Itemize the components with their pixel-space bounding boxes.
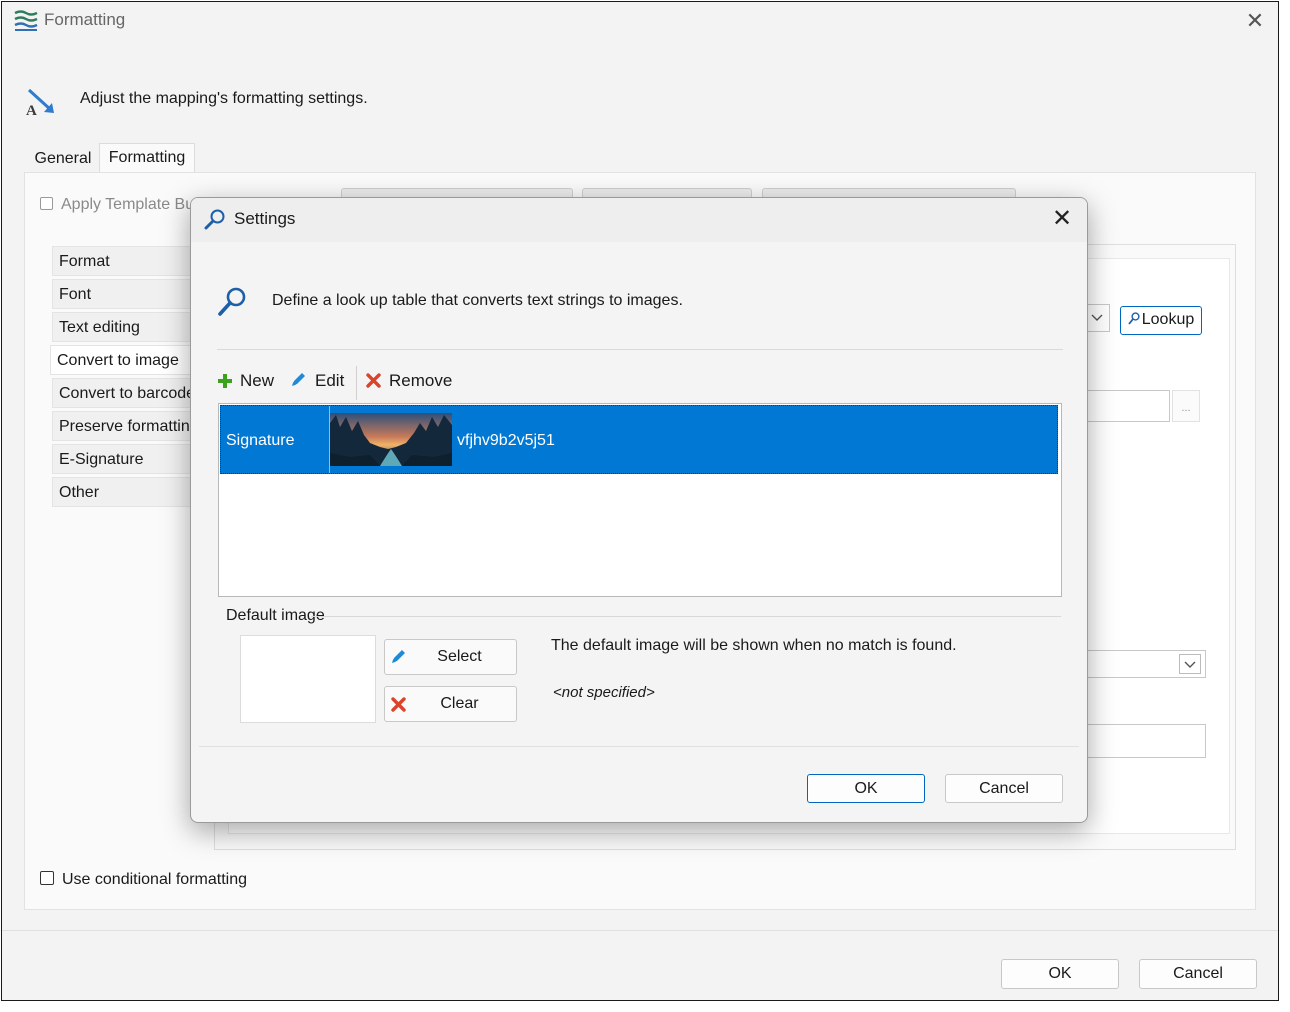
edit-button-label: Edit [315, 371, 345, 390]
use-conditional-formatting-checkbox[interactable]: Use conditional formatting [40, 871, 247, 889]
cancel-button[interactable]: Cancel [1139, 959, 1257, 989]
footer-divider [2, 930, 1278, 931]
row-image-code: vfjhv9b2v5j51 [457, 432, 555, 449]
app-logo-icon [14, 10, 38, 31]
dialog-titlebar: Settings ✕ [191, 198, 1087, 242]
header-description: Adjust the mapping's formatting settings… [80, 90, 368, 107]
divider [311, 616, 1061, 617]
nav-item-other[interactable]: Other [52, 477, 202, 507]
use-conditional-label: Use conditional formatting [62, 871, 247, 888]
lookup-button[interactable]: Lookup [1120, 306, 1202, 335]
dropdown-button[interactable] [1179, 654, 1201, 674]
nav-item-preserve-formatting[interactable]: Preserve formatting [52, 411, 202, 441]
table-row[interactable]: Signature vfjhv9b2v5j51 [220, 405, 1058, 474]
dialog-title: Settings [234, 209, 296, 228]
lookup-search-icon [218, 287, 246, 316]
default-image-preview [240, 635, 376, 723]
select-button[interactable]: Select [384, 639, 517, 675]
new-button[interactable]: New [218, 371, 274, 391]
nav-item-convert-to-image[interactable]: Convert to image [50, 345, 200, 375]
remove-button[interactable]: Remove [366, 371, 452, 391]
nav-item-text-editing[interactable]: Text editing [52, 312, 202, 342]
nav-item-e-signature[interactable]: E-Signature [52, 444, 202, 474]
window-close-icon[interactable]: ✕ [1242, 8, 1268, 34]
divider [199, 746, 1079, 747]
svg-text:A: A [26, 103, 37, 118]
settings-dialog: Settings ✕ Define a look up table that c… [190, 197, 1088, 823]
nav-item-format[interactable]: Format [52, 246, 202, 276]
search-icon [204, 209, 225, 230]
row-text: Signature [226, 432, 295, 449]
clear-button-label: Clear [440, 695, 479, 712]
window-title: Formatting [44, 10, 126, 29]
chevron-down-icon [1091, 314, 1103, 321]
remove-button-label: Remove [389, 371, 453, 390]
browse-ellipsis-button[interactable]: ... [1172, 390, 1200, 422]
dialog-description: Define a look up table that converts tex… [272, 292, 683, 309]
dialog-ok-button[interactable]: OK [807, 774, 925, 803]
select-button-label: Select [437, 648, 482, 665]
divider [217, 349, 1063, 350]
ok-button[interactable]: OK [1001, 959, 1119, 989]
default-image-label: Default image [226, 607, 325, 624]
close-icon[interactable]: ✕ [1049, 206, 1075, 232]
remove-x-icon [366, 373, 381, 388]
use-conditional-checkbox-box[interactable] [40, 871, 54, 885]
format-mapping-icon: A [26, 88, 54, 118]
new-button-label: New [240, 371, 275, 390]
window-titlebar: Formatting ✕ [2, 2, 1278, 42]
toolbar-separator [356, 366, 357, 400]
dialog-cancel-button[interactable]: Cancel [945, 774, 1063, 803]
tab-general[interactable]: General [28, 148, 98, 174]
apply-template-label: Apply Template Bu [61, 196, 195, 213]
lookup-table[interactable]: Signature vfjhv9b2v5j51 [218, 403, 1062, 597]
pencil-icon [292, 373, 305, 386]
clear-button[interactable]: Clear [384, 686, 517, 722]
nav-item-font[interactable]: Font [52, 279, 202, 309]
apply-template-checkbox-box[interactable] [40, 197, 53, 210]
edit-button[interactable]: Edit [290, 371, 344, 391]
default-image-value: <not specified> [553, 684, 655, 701]
apply-template-checkbox[interactable]: Apply Template Bu [40, 196, 194, 214]
tab-formatting[interactable]: Formatting [99, 143, 195, 174]
lookup-button-label: Lookup [1141, 311, 1195, 328]
default-image-info: The default image will be shown when no … [551, 637, 957, 654]
nav-item-convert-to-barcode[interactable]: Convert to barcode [52, 378, 202, 408]
chevron-down-icon [1184, 661, 1196, 668]
plus-icon [218, 374, 232, 388]
signature-image-thumbnail [330, 413, 452, 466]
lookup-magnifier-icon [1128, 312, 1140, 325]
